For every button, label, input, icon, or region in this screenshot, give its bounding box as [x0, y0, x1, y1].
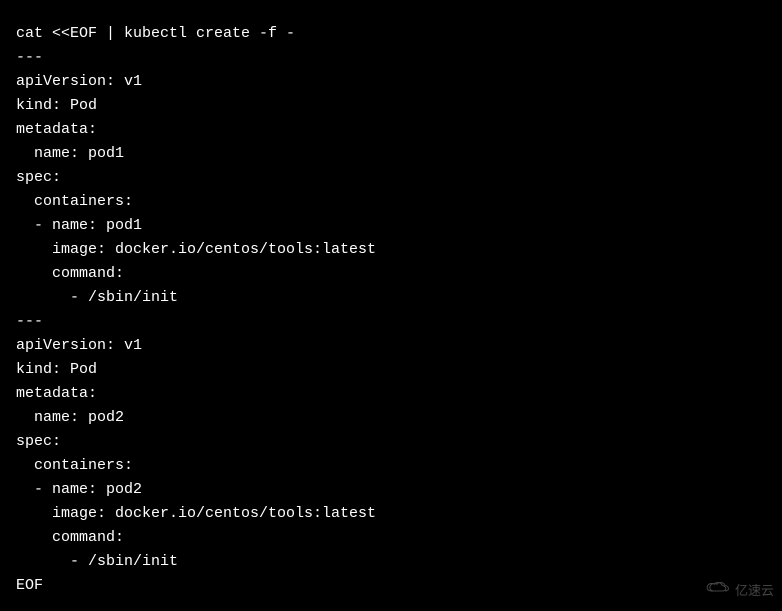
code-line: image: docker.io/centos/tools:latest [16, 505, 376, 522]
code-line: command: [16, 529, 124, 546]
code-line: apiVersion: v1 [16, 73, 142, 90]
code-line: - /sbin/init [16, 553, 178, 570]
terminal-output: cat <<EOF | kubectl create -f - --- apiV… [16, 22, 766, 598]
code-line: - name: pod1 [16, 217, 142, 234]
code-line: containers: [16, 193, 133, 210]
code-line: name: pod1 [16, 145, 124, 162]
code-line: kind: Pod [16, 97, 97, 114]
code-line: command: [16, 265, 124, 282]
code-line: kind: Pod [16, 361, 97, 378]
code-line: image: docker.io/centos/tools:latest [16, 241, 376, 258]
watermark: 亿速云 [703, 579, 774, 603]
code-line: metadata: [16, 121, 97, 138]
code-line: containers: [16, 457, 133, 474]
code-line: spec: [16, 169, 61, 186]
code-line: EOF [16, 577, 43, 594]
code-line: cat <<EOF | kubectl create -f - [16, 25, 295, 42]
code-line: --- [16, 49, 43, 66]
watermark-text: 亿速云 [735, 579, 774, 603]
cloud-icon [703, 579, 731, 603]
code-line: - /sbin/init [16, 289, 178, 306]
code-line: name: pod2 [16, 409, 124, 426]
code-line: --- [16, 313, 43, 330]
code-line: apiVersion: v1 [16, 337, 142, 354]
code-line: metadata: [16, 385, 97, 402]
code-line: spec: [16, 433, 61, 450]
code-line: - name: pod2 [16, 481, 142, 498]
